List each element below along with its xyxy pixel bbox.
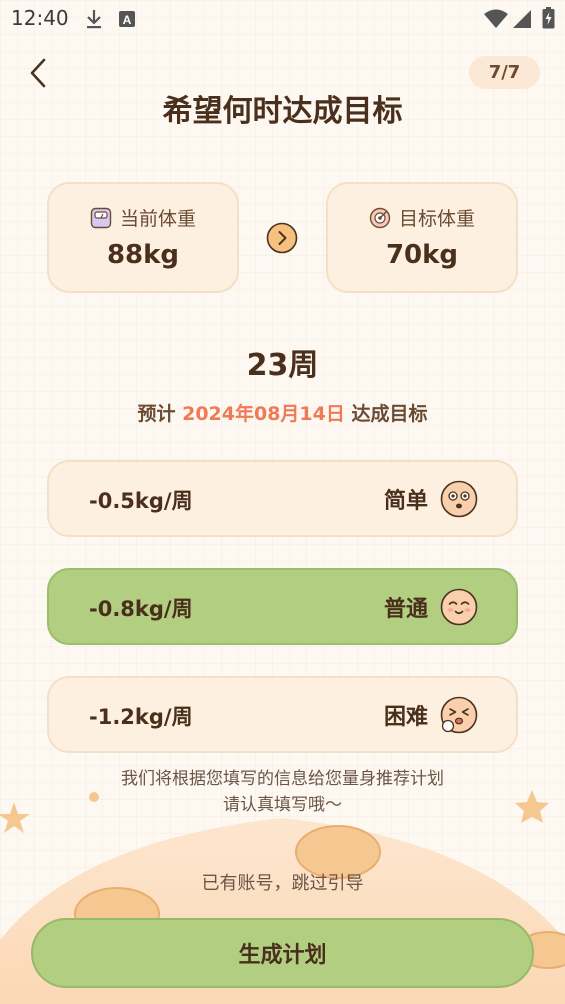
pace-rate: -0.5kg/周 <box>89 489 193 513</box>
battery-charging-icon <box>542 7 555 29</box>
signal-icon <box>513 10 531 28</box>
eta-prefix: 预计 <box>137 403 176 425</box>
target-weight-value: 70kg <box>385 240 459 270</box>
current-weight-value: 88kg <box>106 240 180 270</box>
current-weight-label: 当前体重 <box>119 208 196 230</box>
eta-date: 2024年08月14日 <box>182 403 345 425</box>
current-weight-card[interactable]: 当前体重 88kg <box>47 182 239 293</box>
arrow-right-circle-icon <box>266 222 298 254</box>
eta-suffix: 达成目标 <box>351 403 428 425</box>
status-time: 12:40 <box>11 6 69 30</box>
pace-option-normal[interactable]: -0.8kg/周 普通 <box>47 568 518 645</box>
svg-text:A: A <box>123 13 132 27</box>
pace-level: 困难 <box>383 705 428 730</box>
pace-option-hard[interactable]: -1.2kg/周 困难 <box>47 676 518 753</box>
pace-rate: -1.2kg/周 <box>89 705 193 729</box>
skip-guide-link[interactable]: 已有账号，跳过引导 <box>0 869 565 895</box>
a-notification-icon: A <box>119 11 135 27</box>
amazed-face-icon <box>440 480 478 518</box>
sweating-face-icon <box>440 696 478 734</box>
status-bar: 12:40 A <box>0 0 565 38</box>
step-indicator: 7/7 <box>469 56 540 89</box>
page-title: 希望何时达成目标 <box>162 94 403 129</box>
target-icon <box>369 207 391 228</box>
target-weight-label: 目标体重 <box>398 208 475 230</box>
smiling-face-icon <box>440 588 478 626</box>
scale-icon <box>90 207 112 228</box>
wifi-icon <box>484 9 508 28</box>
hint-line-1: 我们将根据您填写的信息给您量身推荐计划 <box>121 769 444 789</box>
download-icon <box>87 10 101 29</box>
pace-level: 简单 <box>383 489 428 514</box>
pace-option-easy[interactable]: -0.5kg/周 简单 <box>47 460 518 537</box>
duration-weeks: 23周 <box>246 348 319 383</box>
generate-plan-button[interactable]: 生成计划 <box>31 918 534 988</box>
pace-rate: -0.8kg/周 <box>89 597 193 621</box>
eta-text: 预计 2024年08月14日 达成目标 <box>0 399 565 426</box>
target-weight-card[interactable]: 目标体重 70kg <box>326 182 518 293</box>
pace-level: 普通 <box>383 597 428 622</box>
